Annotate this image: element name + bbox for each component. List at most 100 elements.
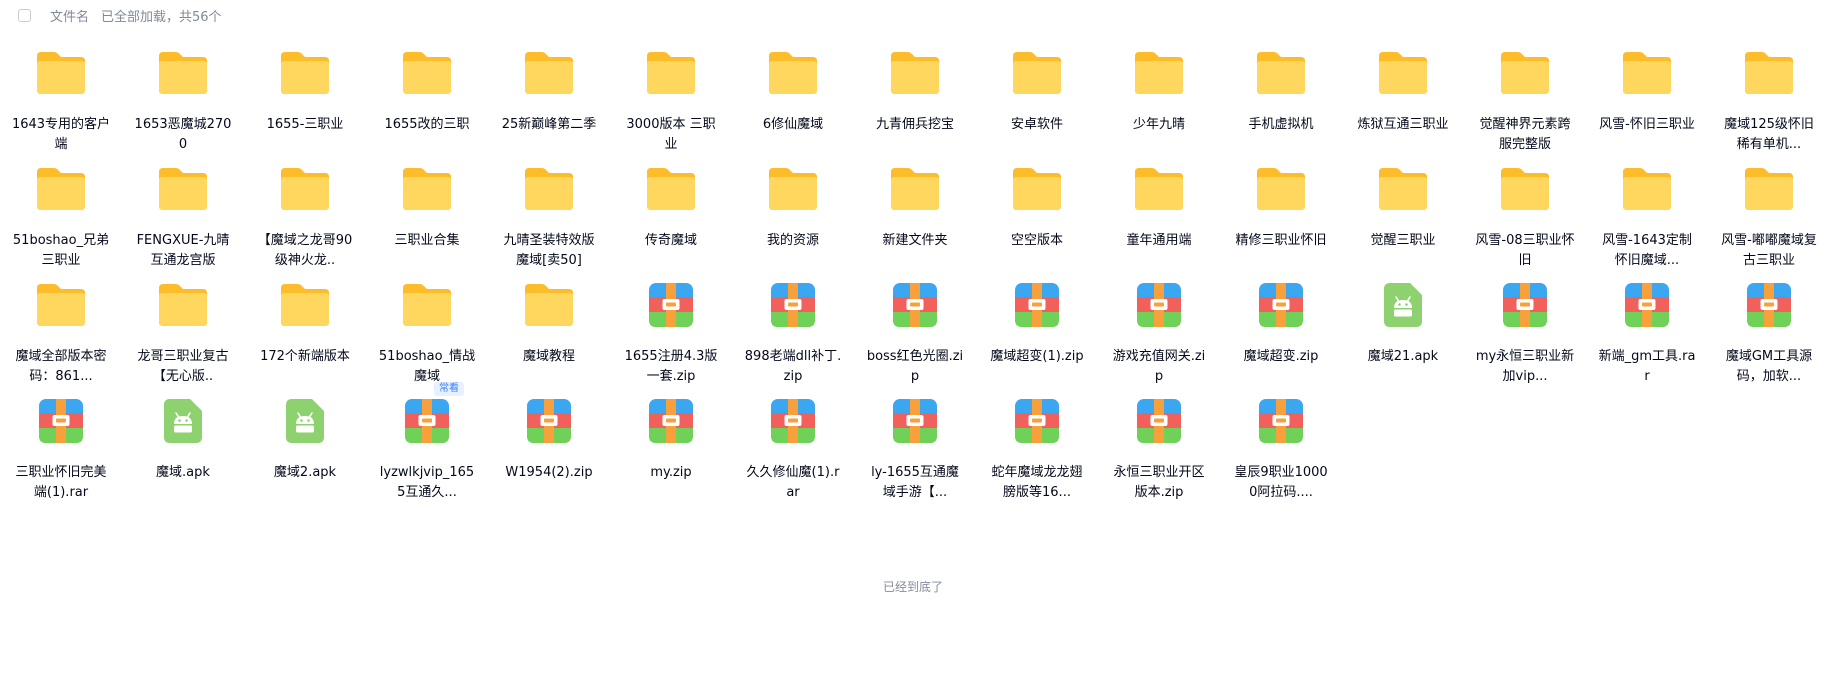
file-item[interactable]: 新端_gm工具.rar (1586, 272, 1708, 388)
folder-icon (1736, 40, 1802, 106)
file-item[interactable]: 1655注册4.3版一套.zip (610, 272, 732, 388)
file-item[interactable]: 永恒三职业开区版本.zip (1098, 388, 1220, 504)
file-name: 51boshao_兄弟三职业 (12, 233, 110, 268)
file-item[interactable]: 蛇年魔域龙龙翅膀版等16... (976, 388, 1098, 504)
file-name: 皇辰9职业10000阿拉码.... (1234, 465, 1328, 500)
file-item[interactable]: my.zip (610, 388, 732, 504)
folder-icon (1126, 156, 1192, 222)
file-item[interactable]: 1655改的三职 (366, 40, 488, 156)
select-all-checkbox[interactable] (18, 8, 31, 22)
file-name: 觉醒神界元素跨服完整版 (1479, 117, 1571, 152)
file-item[interactable]: ly-1655互通魔域手游【... (854, 388, 976, 504)
file-item[interactable]: 魔域超变(1).zip (976, 272, 1098, 388)
file-item[interactable]: 魔域全部版本密码：861... (0, 272, 122, 388)
file-item[interactable]: 常看 lyzwlkjvip_1655互通久... (366, 382, 488, 504)
archive-file-icon (1736, 272, 1802, 338)
file-name: 我的资源 (766, 233, 819, 248)
file-item[interactable]: 魔域.apk (122, 388, 244, 504)
file-name: 【魔域之龙哥90级神火龙.. (257, 233, 353, 268)
file-item[interactable]: my永恒三职业新加vip... (1464, 272, 1586, 388)
folder-icon (1370, 40, 1436, 106)
file-name: 898老端dll补丁.zip (744, 349, 842, 384)
file-name: 永恒三职业开区版本.zip (1113, 465, 1205, 500)
file-item[interactable]: 风雪-怀旧三职业 (1586, 40, 1708, 156)
folder-icon (638, 156, 704, 222)
file-item[interactable]: 童年通用端 (1098, 156, 1220, 272)
file-item[interactable]: 九青佣兵挖宝 (854, 40, 976, 156)
folder-icon (394, 272, 460, 338)
folder-icon (28, 272, 94, 338)
file-name: 1655-三职业 (266, 117, 344, 132)
folder-icon (394, 40, 460, 106)
apk-file-icon (150, 388, 216, 454)
file-name: 172个新端版本 (260, 349, 350, 364)
folder-icon (1248, 156, 1314, 222)
folder-icon (760, 40, 826, 106)
file-item[interactable]: 51boshao_情战魔域 (366, 272, 488, 388)
file-item[interactable]: 觉醒三职业 (1342, 156, 1464, 272)
folder-icon (1004, 156, 1070, 222)
file-item[interactable]: 风雪-嘟嘟魔域复古三职业 (1708, 156, 1826, 272)
file-item[interactable]: 炼狱互通三职业 (1342, 40, 1464, 156)
file-item[interactable]: 新建文件夹 (854, 156, 976, 272)
file-item[interactable]: 安卓软件 (976, 40, 1098, 156)
file-item[interactable]: W1954(2).zip (488, 388, 610, 504)
frequent-badge: 常看 (434, 382, 464, 396)
file-name: 魔域125级怀旧稀有单机... (1724, 117, 1814, 152)
file-item[interactable]: 51boshao_兄弟三职业 (0, 156, 122, 272)
file-item[interactable]: 1643专用的客户端 (0, 40, 122, 156)
file-name: 蛇年魔域龙龙翅膀版等16... (991, 465, 1083, 500)
file-item[interactable]: 魔域21.apk (1342, 272, 1464, 388)
file-item[interactable]: 三职业怀旧完美端(1).rar (0, 388, 122, 504)
file-item[interactable]: 1653恶魔城2700 (122, 40, 244, 156)
archive-file-icon (1004, 388, 1070, 454)
file-item[interactable]: 魔域125级怀旧稀有单机... (1708, 40, 1826, 156)
file-item[interactable]: 龙哥三职业复古【无心版.. (122, 272, 244, 388)
file-name: 传奇魔域 (644, 233, 697, 248)
file-item[interactable]: 我的资源 (732, 156, 854, 272)
filename-column-label[interactable]: 文件名 (50, 6, 89, 25)
file-item[interactable]: 魔域教程 (488, 272, 610, 388)
file-item[interactable]: 九晴圣装特效版魔域[卖50] (488, 156, 610, 272)
file-item[interactable]: 少年九晴 (1098, 40, 1220, 156)
file-item[interactable]: 【魔域之龙哥90级神火龙.. (244, 156, 366, 272)
file-item[interactable]: 魔域2.apk (244, 388, 366, 504)
file-item[interactable]: 25新巅峰第二季 (488, 40, 610, 156)
file-item[interactable]: 空空版本 (976, 156, 1098, 272)
file-item[interactable]: 风雪-08三职业怀旧 (1464, 156, 1586, 272)
file-item[interactable]: 风雪-1643定制怀旧魔域... (1586, 156, 1708, 272)
folder-icon (150, 156, 216, 222)
file-grid: 1643专用的客户端 1653恶魔城2700 1655-三职业 1655改的三职… (0, 40, 1826, 504)
file-item[interactable]: 6修仙魔域 (732, 40, 854, 156)
file-item[interactable]: FENGXUE-九晴互通龙宫版 (122, 156, 244, 272)
file-item[interactable]: 皇辰9职业10000阿拉码.... (1220, 388, 1342, 504)
archive-file-icon (1126, 272, 1192, 338)
folder-icon (516, 272, 582, 338)
file-item[interactable]: 1655-三职业 (244, 40, 366, 156)
file-item[interactable]: 魔域GM工具源码，加软... (1708, 272, 1826, 388)
file-item[interactable]: 精修三职业怀旧 (1220, 156, 1342, 272)
file-item[interactable]: boss红色光圈.zip (854, 272, 976, 388)
file-item[interactable]: 游戏充值网关.zip (1098, 272, 1220, 388)
file-item[interactable]: 172个新端版本 (244, 272, 366, 388)
file-item[interactable]: 觉醒神界元素跨服完整版 (1464, 40, 1586, 156)
file-name: 魔域GM工具源码，加软... (1725, 349, 1813, 384)
archive-file-icon (638, 388, 704, 454)
file-name: 少年九晴 (1132, 117, 1185, 132)
folder-icon (1126, 40, 1192, 106)
folder-icon (394, 156, 460, 222)
file-item[interactable]: 久久修仙魔(1).rar (732, 388, 854, 504)
file-item[interactable]: 手机虚拟机 (1220, 40, 1342, 156)
file-item[interactable]: 三职业合集 (366, 156, 488, 272)
file-name: 魔域.apk (156, 465, 210, 480)
file-name: my永恒三职业新加vip... (1475, 349, 1575, 384)
file-name: 三职业合集 (394, 233, 460, 248)
file-item[interactable]: 魔域超变.zip (1220, 272, 1342, 388)
archive-file-icon (760, 272, 826, 338)
file-item[interactable]: 传奇魔域 (610, 156, 732, 272)
file-name: 九晴圣装特效版魔域[卖50] (503, 233, 595, 268)
file-name: 游戏充值网关.zip (1112, 349, 1206, 384)
file-item[interactable]: 898老端dll补丁.zip (732, 272, 854, 388)
file-item[interactable]: 3000版本 三职业 (610, 40, 732, 156)
file-name: 1643专用的客户端 (11, 117, 111, 152)
